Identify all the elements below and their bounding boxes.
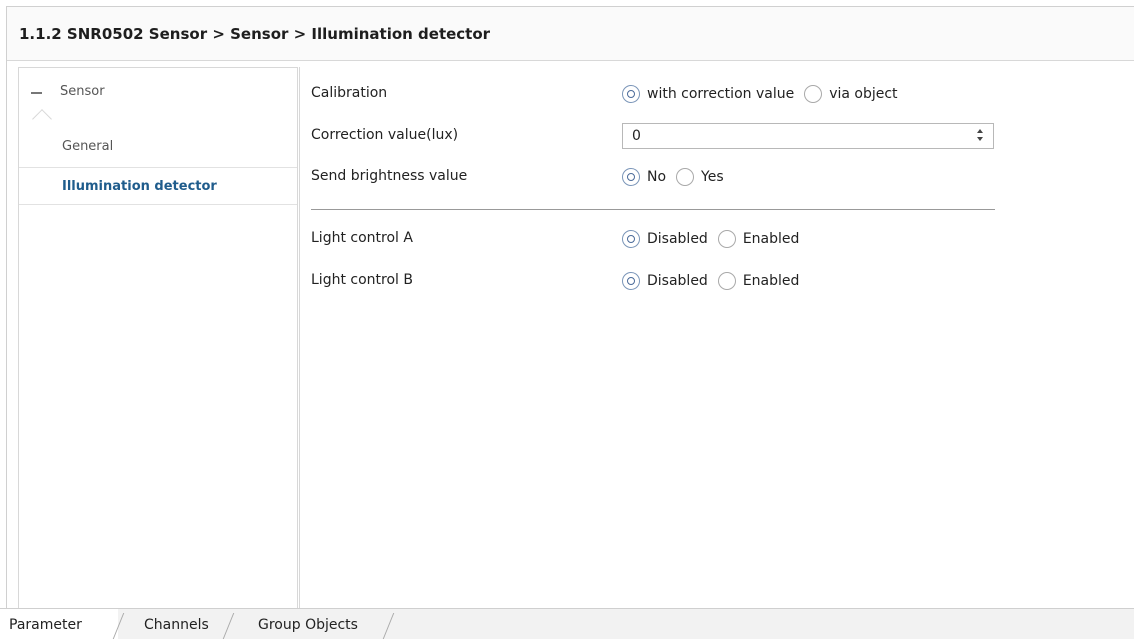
radio-label: Enabled [742, 231, 800, 247]
spin-up-icon[interactable] [977, 129, 983, 133]
spin-down-icon[interactable] [977, 137, 983, 141]
radio-unchecked-icon[interactable] [804, 85, 823, 103]
sidebar-item-illumination-detector[interactable]: Illumination detector [19, 167, 297, 205]
radio-checked-icon[interactable] [622, 168, 640, 186]
tab-channels[interactable]: Channels [118, 609, 228, 639]
correction-value-label: Correction value(lux) [311, 127, 459, 143]
radio-unchecked-icon[interactable] [717, 272, 736, 290]
tab-parameter[interactable]: Parameter [0, 609, 118, 639]
light-control-a-label: Light control A [311, 230, 413, 246]
calibration-radio-group: with correction value via object [622, 81, 908, 107]
send-brightness-label: Send brightness value [311, 168, 468, 184]
send-brightness-option-no[interactable]: No [622, 168, 666, 186]
tab-label: Group Objects [258, 617, 358, 633]
light-control-a-option-enabled[interactable]: Enabled [717, 230, 800, 248]
sidebar-item-label: General [62, 139, 114, 154]
light-control-b-radio-group: Disabled Enabled [622, 268, 809, 294]
radio-label: No [647, 169, 667, 185]
radio-label: Disabled [647, 273, 708, 289]
tab-group-objects[interactable]: Group Objects [228, 609, 388, 639]
send-brightness-row: Send brightness value No Yes [300, 164, 1134, 190]
light-control-a-radio-group: Disabled Enabled [622, 226, 809, 252]
send-brightness-radio-group: No Yes [622, 164, 734, 190]
light-control-a-option-disabled[interactable]: Disabled [622, 230, 708, 248]
tree-node-label: Sensor [60, 84, 105, 99]
radio-label: Disabled [647, 231, 708, 247]
title-bar: 1.1.2 SNR0502 Sensor > Sensor > Illumina… [7, 7, 1134, 61]
tree-node-sensor[interactable]: Sensor [19, 68, 297, 118]
correction-value-input[interactable]: 0 [622, 123, 994, 149]
radio-label: Enabled [742, 273, 800, 289]
sidebar-item-general[interactable]: General [19, 128, 297, 166]
radio-checked-icon[interactable] [622, 230, 640, 248]
section-divider [311, 209, 995, 210]
tab-label: Parameter [9, 617, 82, 633]
parameter-panel: Calibration with correction value via ob… [299, 67, 1134, 615]
radio-unchecked-icon[interactable] [676, 168, 695, 186]
radio-label: Yes [701, 169, 724, 185]
radio-label: with correction value [647, 86, 795, 102]
bottom-tab-bar: Parameter Channels Group Objects [0, 608, 1134, 639]
parameter-tree: Sensor General Illumination detector [18, 67, 298, 615]
parameter-window: 1.1.2 SNR0502 Sensor > Sensor > Illumina… [6, 6, 1134, 639]
radio-label: via object [829, 86, 898, 102]
light-control-a-row: Light control A Disabled Enabled [300, 226, 1134, 252]
radio-unchecked-icon[interactable] [717, 230, 736, 248]
calibration-label: Calibration [311, 85, 388, 101]
calibration-option-correction-value[interactable]: with correction value [622, 85, 794, 103]
light-control-b-label: Light control B [311, 272, 413, 288]
radio-checked-icon[interactable] [622, 85, 640, 103]
correction-value-text: 0 [632, 128, 641, 144]
spin-buttons[interactable] [977, 129, 985, 143]
send-brightness-option-yes[interactable]: Yes [676, 168, 724, 186]
page-title: 1.1.2 SNR0502 Sensor > Sensor > Illumina… [19, 25, 491, 43]
calibration-option-via-object[interactable]: via object [804, 85, 898, 103]
calibration-row: Calibration with correction value via ob… [300, 81, 1134, 107]
sidebar-item-label: Illumination detector [62, 179, 217, 194]
light-control-b-option-enabled[interactable]: Enabled [717, 272, 800, 290]
collapse-minus-icon[interactable] [31, 92, 42, 94]
tab-label: Channels [144, 617, 209, 633]
light-control-b-option-disabled[interactable]: Disabled [622, 272, 708, 290]
light-control-b-row: Light control B Disabled Enabled [300, 268, 1134, 294]
correction-value-row: Correction value(lux) 0 [300, 123, 1134, 149]
radio-checked-icon[interactable] [622, 272, 640, 290]
